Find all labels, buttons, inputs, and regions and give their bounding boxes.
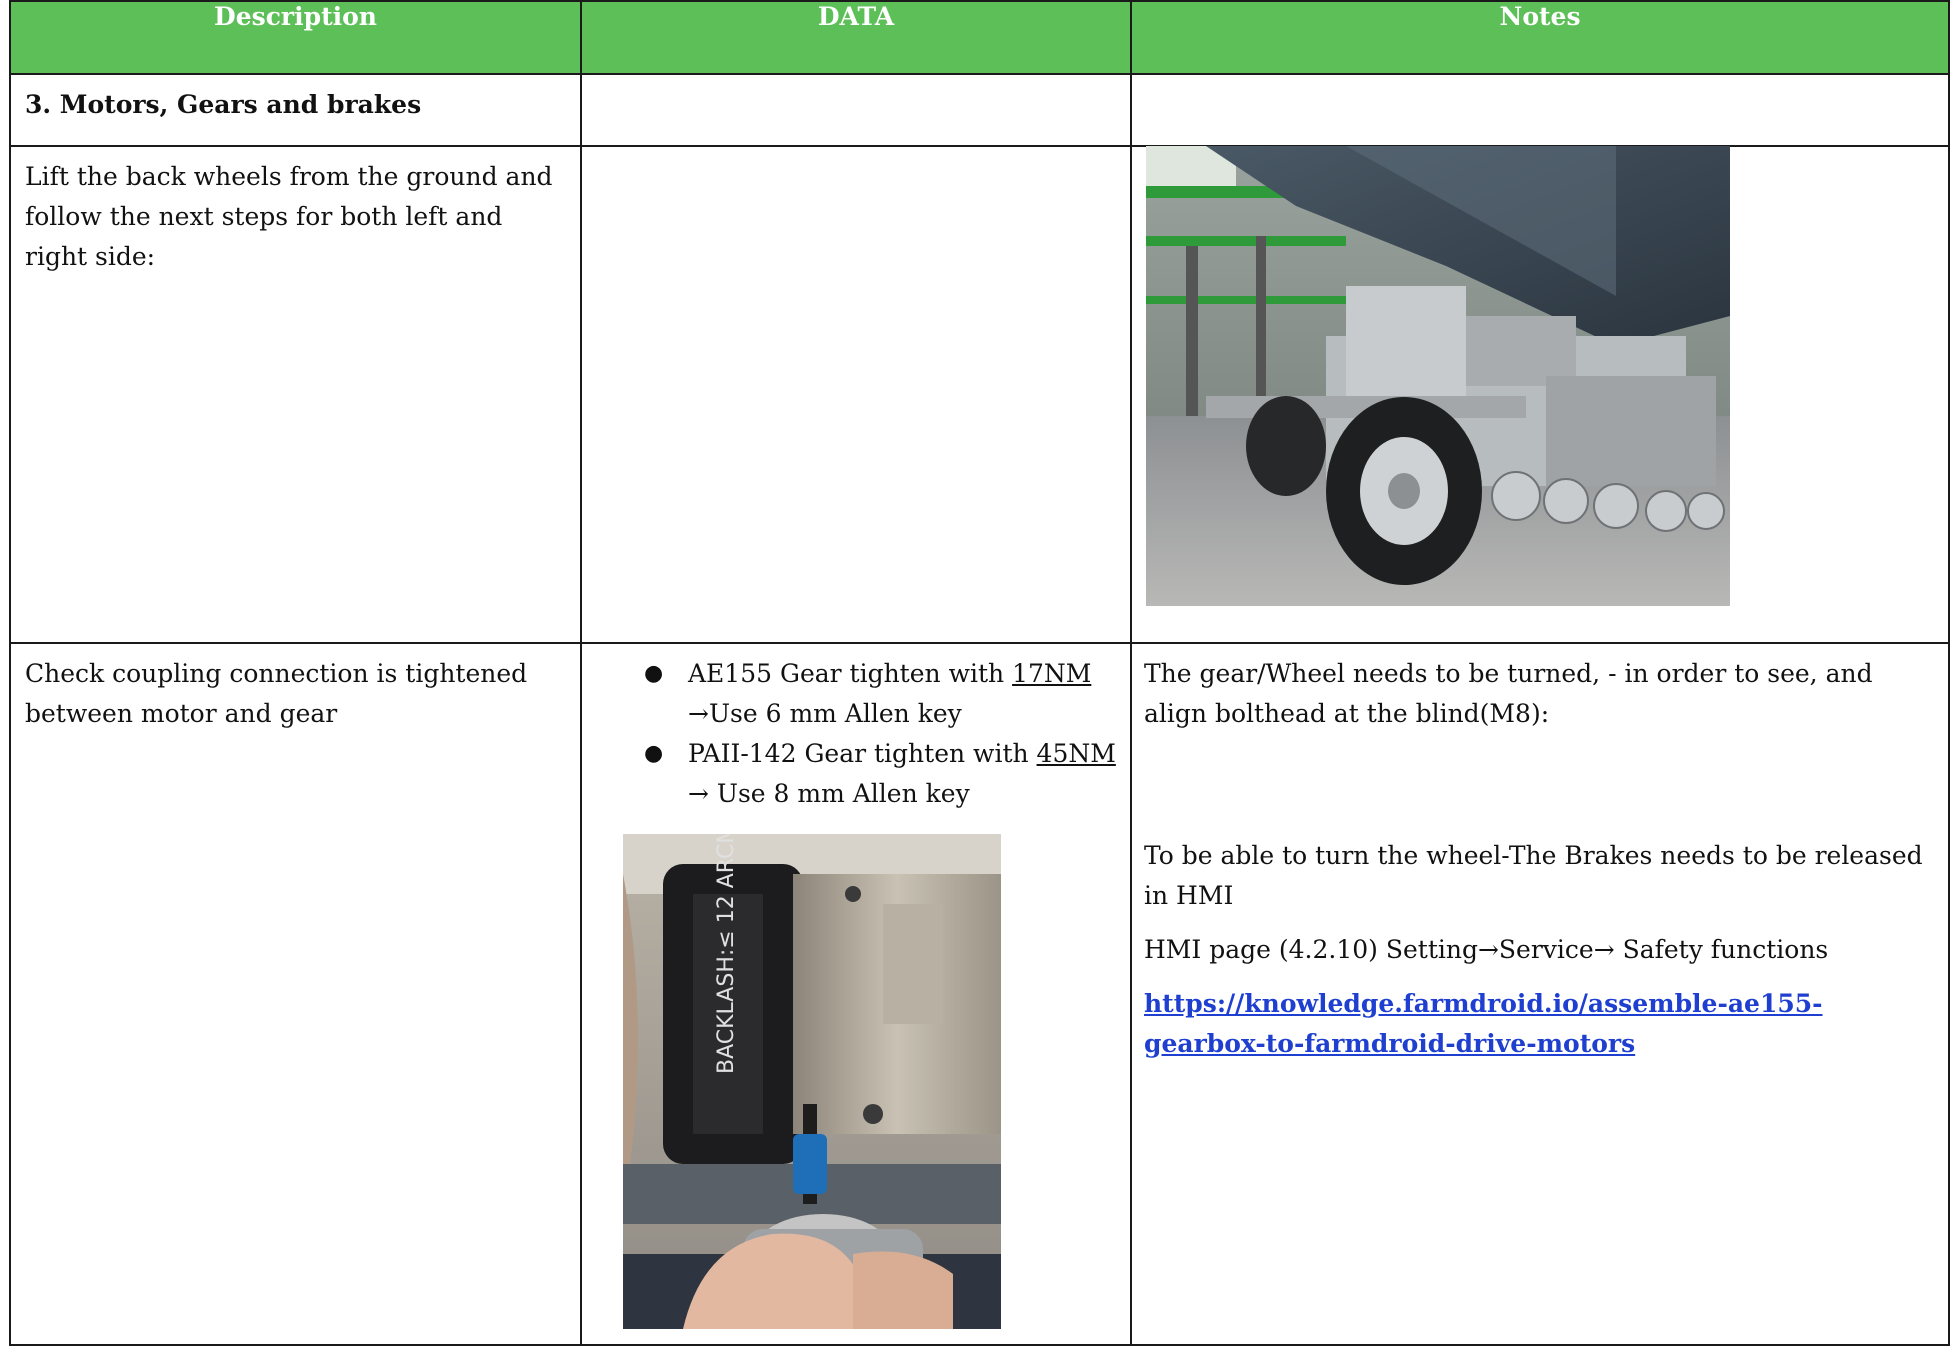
header-notes: Notes	[1130, 0, 1950, 75]
robot-photo	[1146, 146, 1730, 606]
notes-paragraph-2: To be able to turn the wheel-The Brakes …	[1144, 841, 1923, 910]
bullet-icon: ●	[644, 661, 664, 686]
bullet-icon: ●	[644, 741, 664, 766]
section-title-cell: 3. Motors, Gears and brakes	[9, 73, 582, 147]
spec-torque: 17NM	[1012, 659, 1092, 688]
gearbox-photo: BACKLASH:≤ 12 ARCMIN	[623, 834, 1001, 1329]
header-row: Description DATA Notes	[9, 0, 1950, 75]
spec-item-paii142: ● PAII-142 Gear tighten with 45NM → Use …	[582, 734, 1130, 814]
torque-spec-list: ● AE155 Gear tighten with 17NM →Use 6 mm…	[582, 644, 1130, 814]
notes-paragraph-1: The gear/Wheel needs to be turned, - in …	[1144, 659, 1873, 728]
header-data: DATA	[580, 0, 1132, 75]
empty-cell	[580, 73, 1132, 147]
spec-text: PAII-142 Gear tighten with	[688, 739, 1037, 768]
spec-tool: →Use 6 mm Allen key	[688, 699, 962, 728]
section-title: 3. Motors, Gears and brakes	[25, 90, 422, 119]
knowledge-link[interactable]: https://knowledge.farmdroid.io/assemble-…	[1144, 989, 1823, 1058]
notes-paragraph-3: HMI page (4.2.10) Setting→Service→ Safet…	[1144, 935, 1829, 964]
spec-tool: → Use 8 mm Allen key	[688, 779, 970, 808]
empty-cell	[580, 145, 1132, 644]
check-notes-cell: The gear/Wheel needs to be turned, - in …	[1130, 642, 1950, 1346]
spec-text: AE155 Gear tighten with	[688, 659, 1013, 688]
spec-item-ae155: ● AE155 Gear tighten with 17NM →Use 6 mm…	[582, 654, 1130, 734]
lift-description-cell: Lift the back wheels from the ground and…	[9, 145, 582, 644]
lift-description: Lift the back wheels from the ground and…	[25, 162, 553, 271]
empty-cell	[1130, 73, 1950, 147]
check-description: Check coupling connection is tightened b…	[25, 659, 528, 728]
section-row: 3. Motors, Gears and brakes	[9, 73, 1950, 147]
check-description-cell: Check coupling connection is tightened b…	[9, 642, 582, 1346]
backlash-label: BACKLASH:≤ 12 ARCMIN	[714, 834, 739, 1074]
spec-torque: 45NM	[1036, 739, 1116, 768]
header-description: Description	[9, 0, 582, 75]
